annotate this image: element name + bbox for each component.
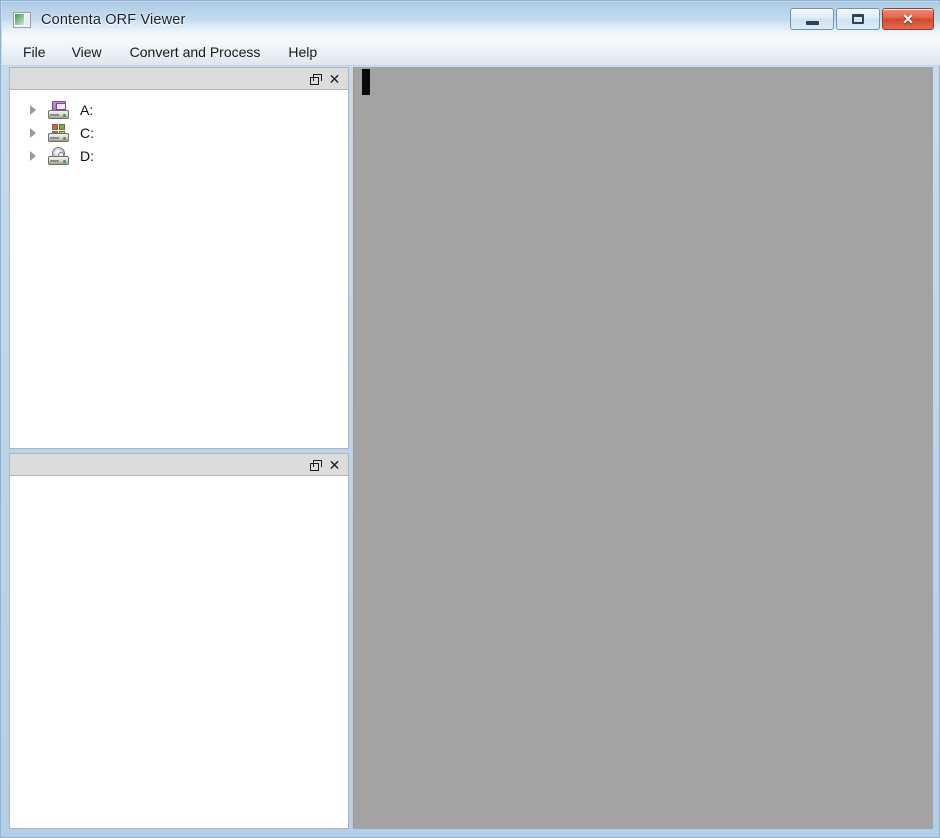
text-caret xyxy=(362,69,370,95)
tree-item-label: A: xyxy=(80,101,94,118)
close-button[interactable]: ✕ xyxy=(882,8,934,30)
menu-bar: File View Convert and Process Help xyxy=(2,38,940,66)
expand-triangle-icon[interactable] xyxy=(24,149,38,163)
cd-drive-icon xyxy=(47,146,69,165)
folder-browser-panel-header[interactable]: ✕ xyxy=(9,67,349,90)
menu-item-help[interactable]: Help xyxy=(279,41,326,63)
drive-tree: A: C: D: xyxy=(10,90,348,167)
maximize-icon xyxy=(852,14,864,24)
floppy-drive-icon xyxy=(47,100,69,119)
float-panel-icon[interactable] xyxy=(307,456,324,473)
tree-item-label: C: xyxy=(80,124,94,141)
close-panel-icon[interactable]: ✕ xyxy=(326,70,343,87)
image-viewer-area[interactable] xyxy=(353,67,933,829)
tree-item-label: D: xyxy=(80,147,94,164)
app-icon-image-part xyxy=(15,14,24,25)
application-window: Contenta ORF Viewer ✕ File View Convert … xyxy=(0,0,940,838)
windows-hard-drive-icon xyxy=(47,123,69,142)
left-dock-column: ✕ A: C: D: ✕ xyxy=(9,67,349,829)
menu-item-convert-and-process[interactable]: Convert and Process xyxy=(121,41,270,63)
app-thumbnail-icon[interactable] xyxy=(13,12,31,28)
title-bar[interactable]: Contenta ORF Viewer ✕ xyxy=(2,2,940,38)
thumbnail-preview-panel-header[interactable]: ✕ xyxy=(9,453,349,476)
menu-item-file[interactable]: File xyxy=(14,41,55,63)
minimize-icon xyxy=(805,20,819,25)
expand-triangle-icon[interactable] xyxy=(24,126,38,140)
close-icon: ✕ xyxy=(902,11,914,27)
minimize-button[interactable] xyxy=(790,8,834,30)
thumbnail-preview-panel-body[interactable] xyxy=(9,476,349,829)
maximize-button[interactable] xyxy=(836,8,880,30)
tree-item-drive-c[interactable]: C: xyxy=(10,121,348,144)
window-title: Contenta ORF Viewer xyxy=(41,12,186,28)
menu-item-view[interactable]: View xyxy=(63,41,111,63)
app-icon-page-part xyxy=(25,14,30,25)
thumbnail-preview-panel: ✕ xyxy=(9,453,349,829)
window-controls: ✕ xyxy=(790,8,934,30)
tree-item-drive-d[interactable]: D: xyxy=(10,144,348,167)
folder-browser-panel-body[interactable]: A: C: D: xyxy=(9,90,349,449)
float-panel-icon[interactable] xyxy=(307,70,324,87)
client-area: ✕ A: C: D: ✕ xyxy=(9,67,933,829)
expand-triangle-icon[interactable] xyxy=(24,103,38,117)
tree-item-drive-a[interactable]: A: xyxy=(10,98,348,121)
folder-browser-panel: ✕ A: C: D: xyxy=(9,67,349,449)
close-panel-icon[interactable]: ✕ xyxy=(326,456,343,473)
